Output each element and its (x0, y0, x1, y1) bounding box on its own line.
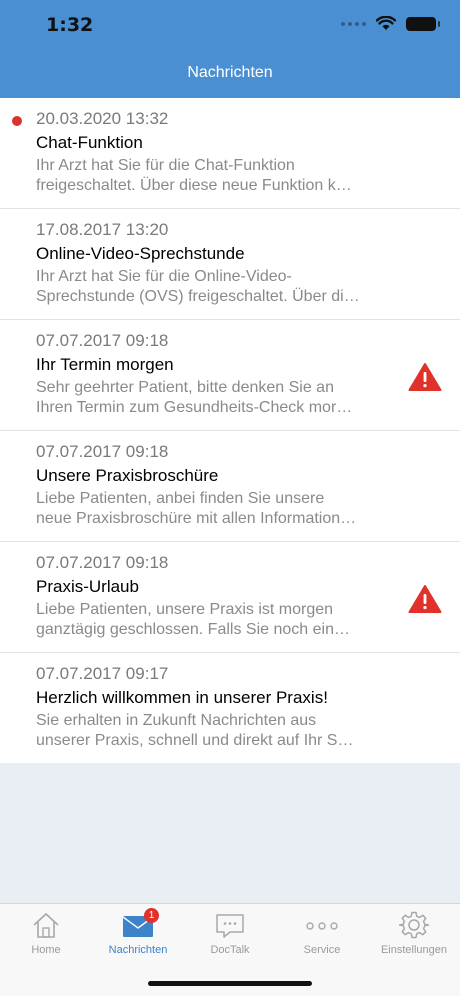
tab-einstellungen[interactable]: Einstellungen (368, 908, 460, 964)
message-date: 07.07.2017 09:18 (36, 331, 169, 350)
gear-icon (399, 911, 429, 939)
signal-icon (341, 21, 366, 26)
tab-nachrichten[interactable]: 1 Nachrichten (92, 908, 184, 964)
message-item[interactable]: 17.08.2017 13:20 Online-Video-Sprechstun… (0, 209, 460, 320)
message-date: 17.08.2017 13:20 (36, 220, 169, 239)
message-date: 07.07.2017 09:18 (36, 553, 169, 572)
preview-line: Sie erhalten in Zukunft Nachrichten aus (36, 712, 317, 729)
message-item[interactable]: 20.03.2020 13:32 Chat-Funktion Ihr Arzt … (0, 98, 460, 209)
unread-badge: 1 (144, 908, 159, 923)
status-bar: 1:32 (0, 0, 460, 50)
wifi-icon (376, 16, 396, 30)
preview-line: Liebe Patienten, unsere Praxis ist morge… (36, 601, 334, 618)
message-date: 07.07.2017 09:17 (36, 664, 169, 683)
tab-home[interactable]: Home (0, 908, 92, 964)
home-icon (33, 913, 59, 938)
page-title: Nachrichten (187, 64, 273, 81)
message-preview: Ihr Arzt hat Sie für die Online-Video- Sp… (36, 267, 401, 307)
preview-line: Ihr Arzt hat Sie für die Chat-Funktion (36, 157, 295, 174)
message-item[interactable]: 07.07.2017 09:18 Ihr Termin morgen Sehr … (0, 320, 460, 431)
chat-icon (216, 914, 244, 938)
message-title: Ihr Termin morgen (36, 355, 174, 374)
tab-service[interactable]: Service (276, 908, 368, 964)
message-item[interactable]: 07.07.2017 09:18 Unsere Praxisbroschüre … (0, 431, 460, 542)
preview-line: unserer Praxis, schnell und direkt auf I… (36, 732, 354, 749)
message-item[interactable]: 07.07.2017 09:17 Herzlich willkommen in … (0, 653, 460, 763)
preview-line: freigeschaltet. Über diese neue Funktion… (36, 177, 352, 194)
status-icons (341, 16, 440, 31)
preview-line: neue Praxisbroschüre mit allen Informati… (36, 510, 357, 527)
preview-line: Sprechstunde (OVS) freigeschaltet. Über … (36, 288, 360, 305)
battery-icon (406, 16, 440, 31)
message-title: Herzlich willkommen in unserer Praxis! (36, 688, 328, 707)
message-preview: Sie erhalten in Zukunft Nachrichten aus u… (36, 711, 401, 751)
unread-indicator (12, 116, 22, 126)
tab-label: Service (303, 944, 341, 956)
message-title: Unsere Praxisbroschüre (36, 466, 219, 485)
message-title: Chat-Funktion (36, 133, 143, 152)
message-date: 20.03.2020 13:32 (36, 109, 169, 128)
message-title: Praxis-Urlaub (36, 577, 139, 596)
preview-line: ganztägig geschlossen. Falls Sie noch ei… (36, 621, 350, 638)
warning-icon (408, 585, 442, 613)
message-preview: Sehr geehrter Patient, bitte denken Sie … (36, 378, 401, 418)
warning-icon (408, 363, 442, 391)
message-title: Online-Video-Sprechstunde (36, 244, 245, 263)
more-dots-icon (306, 922, 338, 930)
preview-line: Ihren Termin zum Gesundheits-Check mor… (36, 399, 353, 416)
preview-line: Liebe Patienten, anbei finden Sie unsere (36, 490, 325, 507)
navigation-header: 1:32 Nachrichten (0, 0, 460, 98)
message-list: 20.03.2020 13:32 Chat-Funktion Ihr Arzt … (0, 98, 460, 763)
preview-line: Ihr Arzt hat Sie für die Online-Video- (36, 268, 292, 285)
tab-label: Home (31, 944, 61, 956)
message-item[interactable]: 07.07.2017 09:18 Praxis-Urlaub Liebe Pat… (0, 542, 460, 653)
message-preview: Liebe Patienten, unsere Praxis ist morge… (36, 600, 401, 640)
message-date: 07.07.2017 09:18 (36, 442, 169, 461)
tab-label: DocTalk (210, 944, 250, 956)
status-time: 1:32 (46, 14, 94, 36)
tab-doctalk[interactable]: DocTalk (184, 908, 276, 964)
home-indicator (148, 981, 312, 986)
message-preview: Ihr Arzt hat Sie für die Chat-Funktion fr… (36, 156, 401, 196)
tab-label: Nachrichten (108, 944, 168, 956)
tab-label: Einstellungen (380, 944, 448, 956)
message-preview: Liebe Patienten, anbei finden Sie unsere… (36, 489, 401, 529)
preview-line: Sehr geehrter Patient, bitte denken Sie … (36, 379, 334, 396)
